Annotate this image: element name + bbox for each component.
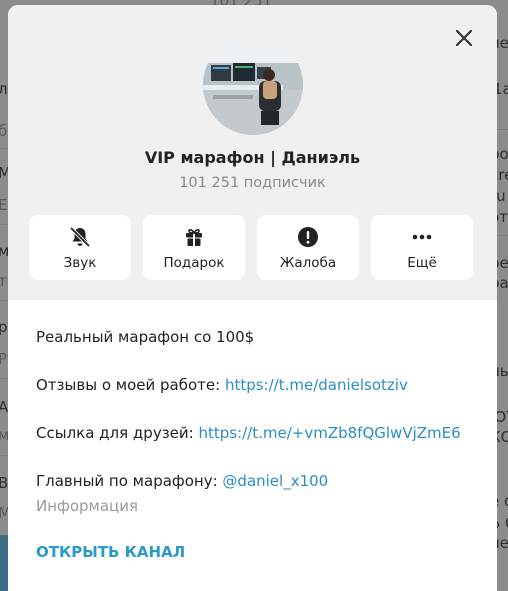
gift-button[interactable]: Подарок <box>143 215 245 280</box>
channel-info-dialog: VIP марафон | Даниэль 101 251 подписчик … <box>8 5 497 591</box>
background-fragment: Е <box>0 196 8 214</box>
action-buttons-row: Звук Подарок Жалоба Ещё <box>29 215 474 280</box>
channel-title: VIP марафон | Даниэль <box>144 148 361 167</box>
gift-icon <box>186 229 202 246</box>
main-label: Главный по марафону: <box>36 472 223 490</box>
background-fragment: т <box>0 272 7 290</box>
description-main-line: Главный по марафону: @daniel_x100 <box>36 472 328 490</box>
mute-button-label: Звук <box>63 255 97 271</box>
close-icon <box>455 29 473 47</box>
subscriber-count: 101 251 подписчик <box>179 175 326 191</box>
open-channel-button[interactable]: ОТКРЫТЬ КАНАЛ <box>36 543 185 561</box>
bell-off-icon <box>69 226 91 248</box>
channel-avatar[interactable] <box>203 35 303 135</box>
more-icon <box>412 234 432 240</box>
reviews-label: Отзывы о моей работе: <box>36 376 225 394</box>
friends-link[interactable]: https://t.me/+vmZb8fQGlwVjZmE6 <box>198 424 460 442</box>
reviews-link[interactable]: https://t.me/danielsotziv <box>225 376 408 394</box>
mute-button[interactable]: Звук <box>29 215 131 280</box>
main-username-link[interactable]: @daniel_x100 <box>222 472 328 490</box>
report-button-label: Жалоба <box>279 255 337 271</box>
more-button-label: Ещё <box>407 255 437 271</box>
background-fragment: р <box>0 318 8 336</box>
background-fragment: л <box>0 80 8 98</box>
gift-button-label: Подарок <box>163 255 225 271</box>
description-reviews-line: Отзывы о моей работе: https://t.me/danie… <box>36 376 408 394</box>
report-button[interactable]: Жалоба <box>257 215 359 280</box>
background-divider <box>496 129 508 130</box>
description-friends-line: Ссылка для друзей: https://t.me/+vmZb8fQ… <box>36 424 461 442</box>
info-caption: Информация <box>36 497 139 515</box>
background-fragment: б <box>0 122 8 140</box>
avatar-photo <box>203 35 303 135</box>
background-selected-chat-marker <box>0 535 8 591</box>
description-line: Реальный марафон со 100$ <box>36 328 255 346</box>
friends-label: Ссылка для друзей: <box>36 424 199 442</box>
close-button[interactable] <box>453 27 475 49</box>
background-divider <box>496 235 508 236</box>
more-button[interactable]: Ещё <box>371 215 473 280</box>
background-fragment: Р <box>0 350 8 368</box>
report-icon <box>298 227 318 247</box>
